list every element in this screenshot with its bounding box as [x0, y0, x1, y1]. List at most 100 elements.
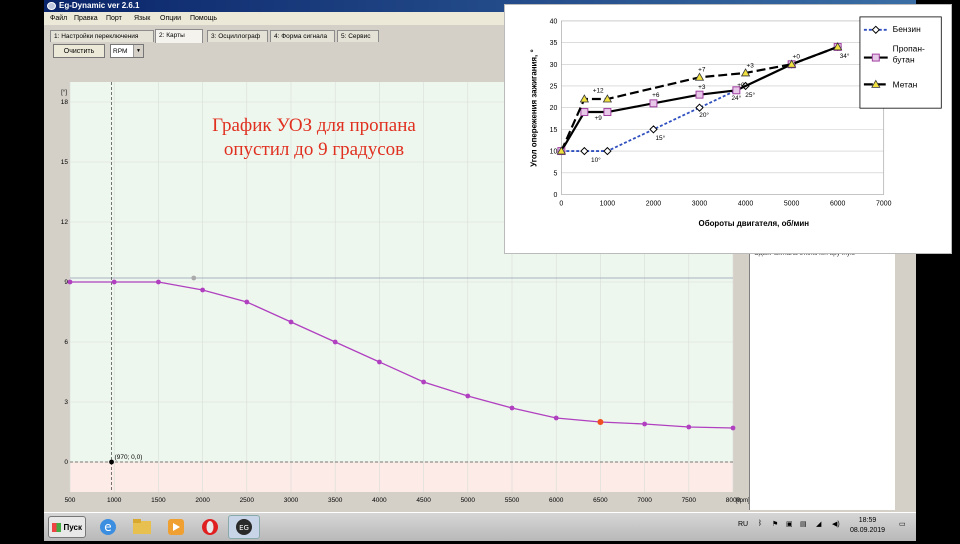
x-tick-label: 5000: [461, 497, 476, 504]
network-icon[interactable]: ▤: [800, 520, 807, 528]
y-unit-label: [°]: [61, 90, 67, 96]
inset-legend-marker: [871, 53, 880, 62]
timing-point: [509, 405, 515, 411]
timing-point: [288, 319, 294, 325]
inset-x-tick-label: 6000: [830, 200, 846, 207]
app-icon: [47, 2, 56, 10]
taskbar-bar: Пуск e EG RU ᛒ ⚑ ▣ ▤ ◢ ◀) 18:59 08.09.20…: [44, 512, 916, 541]
inset-x-tick-label: 2000: [646, 200, 662, 207]
clock-time: 18:59: [858, 517, 877, 524]
tab-service[interactable]: 5: Сервис: [337, 30, 379, 42]
inset-point: [649, 99, 658, 108]
ie-icon[interactable]: e: [94, 515, 122, 539]
plot-area-negative: [70, 462, 733, 492]
menu-options[interactable]: Опции: [160, 12, 181, 25]
x-tick-label: 7000: [637, 497, 652, 504]
inset-legend-label: Бензин: [893, 24, 921, 34]
units-select[interactable]: RPM ▼: [110, 44, 144, 58]
x-tick-label: 1000: [107, 497, 122, 504]
inset-data-label: 24°: [731, 94, 741, 102]
tab-oscilloscope[interactable]: 3: Осциллограф: [207, 30, 268, 42]
x-tick-label: 4500: [416, 497, 431, 504]
inset-y-tick-label: 0: [554, 192, 558, 199]
inset-legend-label: Метан: [893, 79, 918, 89]
x-tick-label: 6500: [593, 497, 608, 504]
timing-point: [377, 359, 382, 365]
printer-icon[interactable]: ▣: [786, 520, 793, 528]
inset-legend-label-part: Пропан-: [893, 44, 925, 54]
x-tick-label: 4000: [372, 497, 387, 504]
chevron-down-icon[interactable]: ▼: [133, 45, 143, 57]
eg-dynamic-taskbar-icon[interactable]: EG: [228, 515, 260, 539]
clear-button[interactable]: Очистить: [53, 44, 105, 58]
inset-y-tick-label: 35: [550, 40, 558, 47]
cursor-point: [109, 459, 114, 465]
volume-icon[interactable]: ◀): [832, 520, 840, 528]
timing-point: [642, 421, 647, 427]
log-panel: Сдвиг сигнала отключен вручную: [749, 240, 895, 510]
media-player-icon[interactable]: [162, 515, 190, 539]
tab-signal-form[interactable]: 4: Форма сигнала: [270, 30, 335, 42]
inset-x-tick-label: 7000: [876, 200, 892, 207]
inset-y-tick-label: 25: [550, 83, 558, 90]
inset-x-tick-label: 4000: [738, 200, 754, 207]
inset-legend-label-part: бутан: [893, 55, 915, 65]
inset-data-label: +9: [595, 115, 603, 122]
timing-point: [111, 279, 117, 285]
window-title: Eg-Dynamic ver 2.6.1: [59, 1, 140, 10]
tab-switch-settings[interactable]: 1: Настройки переключения: [50, 30, 154, 42]
timing-point: [332, 339, 338, 345]
menu-edit[interactable]: Правка: [74, 12, 98, 25]
inset-data-label: +0: [793, 54, 801, 61]
annotation-line1: График УОЗ для пропана: [212, 115, 416, 136]
inset-data-label: 34°: [840, 52, 850, 60]
menu-help[interactable]: Помощь: [190, 12, 217, 25]
flag-icon[interactable]: ⚑: [772, 520, 778, 528]
inset-data-label: +7: [698, 67, 706, 74]
inset-data-label: 20°: [699, 111, 709, 119]
inset-y-tick-label: 15: [550, 127, 558, 134]
inset-data-label: 10°: [591, 156, 601, 164]
x-tick-label: 6000: [549, 497, 564, 504]
y-tick-label: 15: [61, 159, 69, 166]
inset-data-label: +12: [593, 87, 604, 94]
opera-icon[interactable]: [196, 515, 224, 539]
language-indicator[interactable]: RU: [738, 521, 748, 528]
menu-port[interactable]: Порт: [106, 12, 122, 25]
inset-y-tick-label: 40: [550, 18, 558, 25]
clock[interactable]: 18:59 08.09.2019: [850, 516, 885, 536]
show-desktop-icon[interactable]: ▭: [899, 520, 906, 528]
timing-point: [200, 287, 206, 293]
folder-icon[interactable]: [128, 515, 156, 539]
start-button[interactable]: Пуск: [48, 516, 86, 538]
y-tick-label: 6: [64, 339, 68, 346]
inset-data-label: 25°: [745, 91, 755, 99]
menu-file[interactable]: Файл: [50, 12, 67, 25]
timing-point: [244, 299, 250, 305]
y-tick-label: 0: [64, 459, 68, 466]
menu-language[interactable]: Язык: [134, 12, 150, 25]
x-tick-label: 500: [65, 497, 76, 504]
timing-point: [686, 424, 692, 430]
cursor-readout: (970; 0,0): [115, 454, 143, 461]
x-tick-label: 3500: [328, 497, 343, 504]
clock-date: 08.09.2019: [850, 527, 886, 534]
annotation-line2: опустил до 9 градусов: [224, 139, 404, 160]
inset-data-label: +0: [737, 82, 745, 89]
inset-x-tick-label: 5000: [784, 200, 800, 207]
signal-icon[interactable]: ◢: [816, 520, 821, 528]
start-label: Пуск: [63, 523, 82, 532]
inset-data-label: 15°: [655, 134, 665, 142]
svg-text:e: e: [104, 520, 111, 534]
reference-chart-inset: 0 5 10 15 20 25 30 35 40 0 1000 2000 3000 4000 5000 600…: [504, 4, 952, 254]
x-tick-label: 1500: [151, 497, 166, 504]
bluetooth-icon[interactable]: ᛒ: [758, 520, 762, 527]
tab-maps[interactable]: 2: Карты: [155, 29, 203, 43]
inset-point: [580, 108, 589, 116]
y-tick-label: 12: [61, 219, 69, 226]
x-unit-label: [rpm]: [736, 498, 750, 504]
timing-point-selected: [597, 419, 604, 425]
inset-x-tick-label: 0: [559, 200, 563, 207]
reference-point: [191, 275, 197, 281]
inset-y-tick-label: 20: [550, 105, 558, 112]
